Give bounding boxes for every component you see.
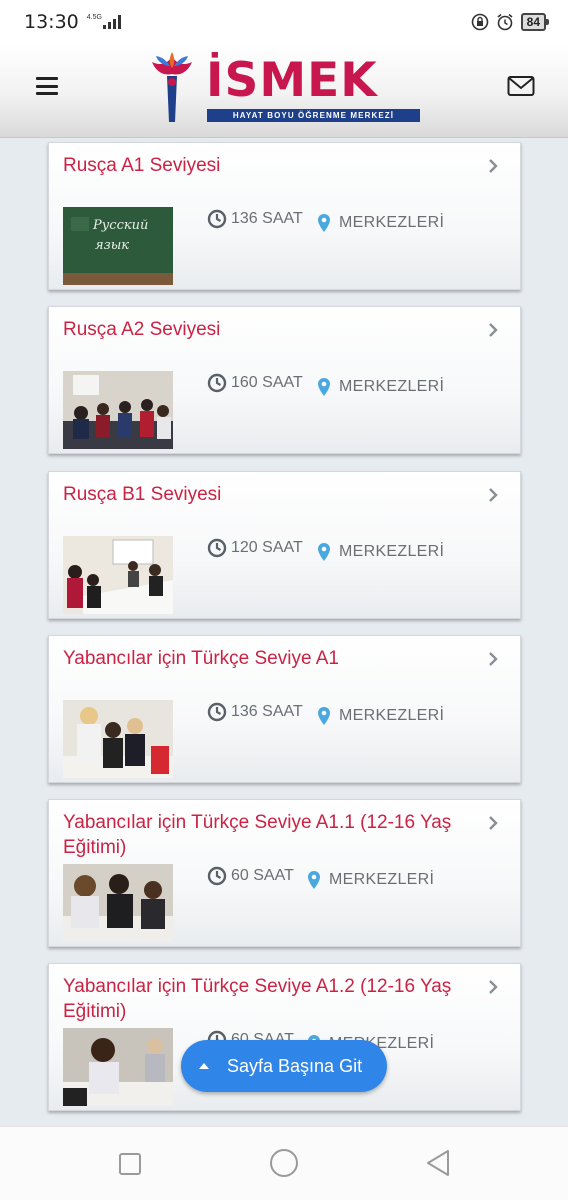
map-pin-icon xyxy=(318,543,330,561)
chevron-right-icon xyxy=(489,980,498,994)
course-duration: 136 SAAT xyxy=(207,702,303,722)
course-card[interactable]: Rusça A1 Seviyesi Русский язык 136 SAAT … xyxy=(48,142,521,290)
app-header: İSMEK HAYAT BOYU ÖĞRENME MERKEZİ xyxy=(0,44,568,138)
course-thumbnail xyxy=(63,536,173,614)
course-title: Yabancılar için Türkçe Seviye A1.1 (12-1… xyxy=(63,812,452,858)
course-title: Yabancılar için Türkçe Seviye A1 xyxy=(63,648,339,669)
hamburger-menu-button[interactable] xyxy=(36,77,58,95)
course-thumbnail xyxy=(63,371,173,449)
home-icon[interactable] xyxy=(269,1148,299,1178)
course-hours: 120 SAAT xyxy=(231,539,303,556)
logo-tagline: HAYAT BOYU ÖĞRENME MERKEZİ xyxy=(207,109,420,122)
course-duration: 120 SAAT xyxy=(207,538,303,558)
status-bar: 13:30 4.5G 84 xyxy=(0,0,568,44)
map-pin-icon xyxy=(308,871,320,889)
lock-rotation-icon xyxy=(471,13,488,31)
course-centers[interactable]: MERKEZLERİ xyxy=(317,706,444,726)
course-thumbnail xyxy=(63,1028,173,1106)
course-centers[interactable]: MERKEZLERİ xyxy=(317,213,444,233)
navigation-bar xyxy=(0,1126,568,1200)
course-title: Rusça B1 Seviyesi xyxy=(63,484,222,505)
clock-icon xyxy=(207,702,227,722)
clock-icon xyxy=(207,538,227,558)
scroll-to-top-button[interactable]: Sayfa Başına Git xyxy=(181,1040,387,1092)
back-icon[interactable] xyxy=(424,1149,452,1177)
network-label: 4.5G xyxy=(86,14,102,21)
course-duration: 160 SAAT xyxy=(207,373,303,393)
status-time: 13:30 xyxy=(24,11,79,33)
course-centers[interactable]: MERKEZLERİ xyxy=(317,377,444,397)
course-thumbnail xyxy=(63,864,173,942)
clock-icon xyxy=(207,209,227,229)
logo-emblem-icon xyxy=(152,52,192,122)
course-title: Rusça A1 Seviyesi xyxy=(63,155,221,176)
clock-icon xyxy=(207,373,227,393)
status-right: 84 xyxy=(471,13,550,31)
course-card[interactable]: Rusça B1 Seviyesi 120 SAAT MERKEZLERİ xyxy=(48,471,521,619)
course-thumbnail xyxy=(63,700,173,778)
course-centers-label: MERKEZLERİ xyxy=(339,214,445,231)
thumb-text-line2: язык xyxy=(95,238,129,253)
course-hours: 60 SAAT xyxy=(231,867,294,884)
chevron-right-icon xyxy=(489,816,498,830)
recent-apps-icon[interactable] xyxy=(118,1152,142,1176)
course-hours: 160 SAAT xyxy=(231,374,303,391)
course-hours: 136 SAAT xyxy=(231,210,303,227)
course-title: Rusça A2 Seviyesi xyxy=(63,319,221,340)
course-card[interactable]: Yabancılar için Türkçe Seviye A1 136 SAA… xyxy=(48,635,521,783)
course-duration: 60 SAAT xyxy=(207,866,294,886)
map-pin-icon xyxy=(318,214,330,232)
course-thumbnail: Русский язык xyxy=(63,207,173,285)
alarm-icon xyxy=(497,13,513,31)
ismek-logo[interactable]: İSMEK HAYAT BOYU ÖĞRENME MERKEZİ xyxy=(146,50,422,128)
course-card[interactable]: Rusça A2 Seviyesi 160 SAAT MERKEZLERİ xyxy=(48,306,521,454)
course-hours: 136 SAAT xyxy=(231,703,303,720)
thumb-text-line1: Русский xyxy=(92,218,148,233)
network-indicator: 4.5G xyxy=(86,14,121,29)
course-centers[interactable]: MERKEZLERİ xyxy=(307,870,434,890)
course-card[interactable]: Yabancılar için Türkçe Seviye A1.1 (12-1… xyxy=(48,799,521,947)
chevron-right-icon xyxy=(489,323,498,337)
course-centers-label: MERKEZLERİ xyxy=(339,378,445,395)
status-left: 13:30 4.5G xyxy=(24,11,121,33)
course-centers[interactable]: MERKEZLERİ xyxy=(317,542,444,562)
chevron-right-icon xyxy=(489,488,498,502)
battery-icon: 84 xyxy=(520,13,550,31)
course-centers-label: MERKEZLERİ xyxy=(329,871,435,888)
logo-wordmark: İSMEK xyxy=(206,53,378,108)
caret-up-icon xyxy=(199,1063,209,1069)
chevron-right-icon xyxy=(489,652,498,666)
envelope-icon[interactable] xyxy=(507,75,535,97)
battery-level: 84 xyxy=(526,15,540,29)
course-duration: 136 SAAT xyxy=(207,209,303,229)
course-centers-label: MERKEZLERİ xyxy=(339,543,445,560)
map-pin-icon xyxy=(318,378,330,396)
scroll-to-top-label: Sayfa Başına Git xyxy=(227,1055,363,1076)
signal-icon xyxy=(102,15,121,29)
course-title: Yabancılar için Türkçe Seviye A1.2 (12-1… xyxy=(63,976,452,1022)
course-centers-label: MERKEZLERİ xyxy=(339,707,445,724)
clock-icon xyxy=(207,866,227,886)
map-pin-icon xyxy=(318,707,330,725)
chevron-right-icon xyxy=(489,159,498,173)
